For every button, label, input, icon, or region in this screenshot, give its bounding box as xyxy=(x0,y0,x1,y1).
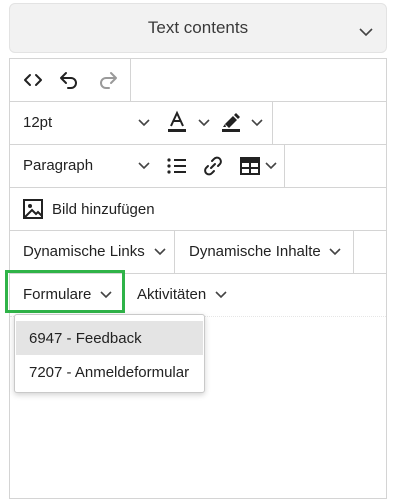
panel-title: Text contents xyxy=(147,18,249,37)
chevron-down-icon[interactable] xyxy=(264,161,278,171)
forms-menu[interactable]: Formulare xyxy=(23,286,113,303)
forms-dropdown-menu: 6947 - Feedback 7207 - Anmeldeformular xyxy=(14,314,205,393)
add-image-button[interactable]: Bild hinzufügen xyxy=(22,198,155,220)
forms-menu-item[interactable]: 7207 - Anmeldeformular xyxy=(16,355,203,389)
activities-menu[interactable]: Aktivitäten xyxy=(137,286,228,303)
chevron-down-icon[interactable] xyxy=(358,24,374,40)
toolbar-row-font: 12pt xyxy=(10,102,386,145)
toolbar-row-dynamic: Dynamische Links Dynamische Inhalte xyxy=(10,231,386,274)
dynamic-content-menu[interactable]: Dynamische Inhalte xyxy=(189,243,342,260)
dynamic-content-group: Dynamische Inhalte xyxy=(175,231,354,273)
forms-menu-item-label: 7207 - Anmeldeformular xyxy=(29,363,190,381)
chevron-down-icon[interactable] xyxy=(137,118,151,128)
dynamic-content-label: Dynamische Inhalte xyxy=(189,243,321,260)
text-color-icon[interactable] xyxy=(165,110,189,136)
block-format-select[interactable]: Paragraph xyxy=(23,157,93,174)
forms-menu-item[interactable]: 6947 - Feedback xyxy=(16,321,203,355)
toolbar-row-forms: Formulare Aktivitäten xyxy=(10,274,386,317)
font-group: 12pt xyxy=(10,102,273,144)
chevron-down-icon xyxy=(153,247,167,257)
format-group: Paragraph xyxy=(10,145,285,187)
table-icon[interactable] xyxy=(239,156,261,176)
dynamic-links-label: Dynamische Links xyxy=(23,243,145,260)
text-contents-panel-header[interactable]: Text contents xyxy=(9,3,387,53)
link-icon[interactable] xyxy=(202,155,224,177)
block-format-value: Paragraph xyxy=(23,157,94,174)
toolbar-row-image: Bild hinzufügen xyxy=(10,188,386,231)
chevron-down-icon[interactable] xyxy=(197,118,211,128)
chevron-down-icon xyxy=(99,290,113,300)
chevron-down-icon[interactable] xyxy=(137,161,151,171)
activities-label: Aktivitäten xyxy=(137,286,207,303)
undo-icon[interactable] xyxy=(58,69,80,91)
source-code-icon[interactable] xyxy=(22,70,44,90)
dynamic-links-menu[interactable]: Dynamische Links xyxy=(23,243,167,260)
image-icon xyxy=(22,198,44,220)
forms-label: Formulare xyxy=(23,286,92,303)
highlight-color-icon[interactable] xyxy=(219,110,243,136)
font-size-value: 12pt xyxy=(23,114,53,131)
bullet-list-icon[interactable] xyxy=(166,156,188,176)
redo-icon[interactable] xyxy=(97,69,119,91)
rich-text-editor: 12pt Paragraph Bild hinzufügen Dynamisch… xyxy=(9,58,387,499)
chevron-down-icon xyxy=(214,290,228,300)
toolbar-row-history xyxy=(10,59,386,102)
font-size-select[interactable]: 12pt xyxy=(23,114,52,131)
dynamic-links-group: Dynamische Links xyxy=(10,231,175,273)
chevron-down-icon xyxy=(328,247,342,257)
chevron-down-icon[interactable] xyxy=(250,118,264,128)
forms-menu-item-label: 6947 - Feedback xyxy=(29,329,142,347)
history-group xyxy=(10,59,131,101)
add-image-label: Bild hinzufügen xyxy=(52,200,155,218)
toolbar-row-format: Paragraph xyxy=(10,145,386,188)
